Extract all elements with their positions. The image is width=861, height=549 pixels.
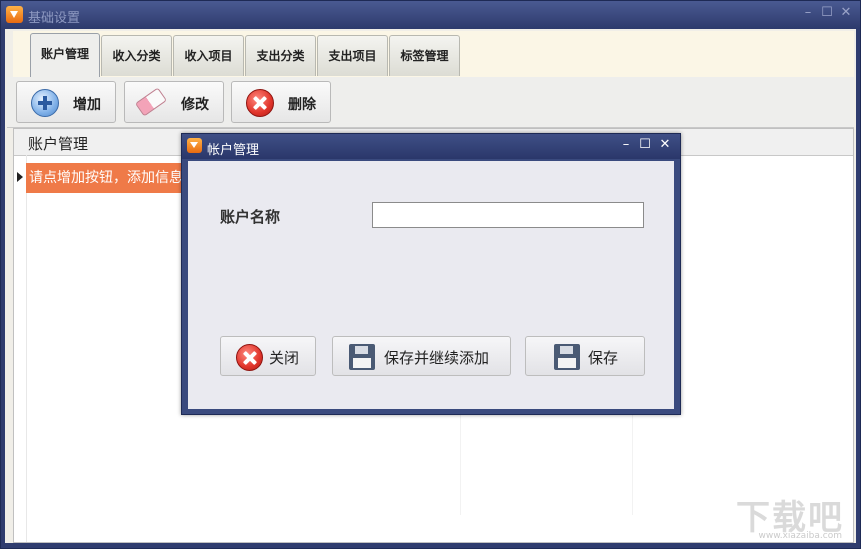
column-header-account[interactable]: 账户管理 <box>28 133 88 154</box>
save-and-continue-label: 保存并继续添加 <box>384 349 490 367</box>
delete-button[interactable]: 删除 <box>231 81 331 123</box>
row-pointer-icon <box>17 172 23 182</box>
row-selector-column <box>26 155 27 542</box>
add-icon <box>31 89 59 117</box>
save-button[interactable]: 保存 <box>525 336 645 376</box>
floppy-disk-icon <box>349 344 375 370</box>
tab-strip: 账户管理 收入分类 收入项目 支出分类 支出项目 标签管理 <box>13 31 854 77</box>
dialog-title-bar[interactable]: 帐户管理 – ☐ ✕ <box>182 134 680 159</box>
toolbar: 增加 修改 删除 <box>7 77 854 128</box>
tab-account-management[interactable]: 账户管理 <box>30 33 100 77</box>
tab-expense-category[interactable]: 支出分类 <box>245 35 316 76</box>
account-dialog: 帐户管理 – ☐ ✕ 账户名称 关闭 保存并继续添加 保存 <box>181 133 681 415</box>
eraser-icon <box>134 87 168 117</box>
add-button[interactable]: 增加 <box>16 81 116 123</box>
dialog-body: 账户名称 关闭 保存并继续添加 保存 <box>188 161 674 409</box>
app-logo-icon <box>6 6 23 23</box>
dialog-maximize-button[interactable]: ☐ <box>638 138 652 152</box>
close-icon <box>236 344 263 371</box>
close-dialog-label: 关闭 <box>269 349 300 367</box>
edit-button-label: 修改 <box>181 97 209 113</box>
add-button-label: 增加 <box>73 97 101 113</box>
dialog-minimize-button[interactable]: – <box>619 138 633 152</box>
account-name-input[interactable] <box>372 202 644 228</box>
tab-income-category[interactable]: 收入分类 <box>101 35 172 76</box>
dialog-close-button[interactable]: ✕ <box>658 138 672 152</box>
save-button-label: 保存 <box>588 349 619 367</box>
close-dialog-button[interactable]: 关闭 <box>220 336 316 376</box>
close-button[interactable]: ✕ <box>839 6 853 20</box>
account-name-label: 账户名称 <box>220 208 281 226</box>
table-row[interactable]: 请点增加按钮，添加信息 <box>26 163 189 193</box>
delete-button-label: 删除 <box>288 97 316 113</box>
window-title: 基础设置 <box>28 11 81 26</box>
minimize-button[interactable]: – <box>801 6 815 20</box>
dialog-app-icon <box>187 138 202 153</box>
tab-tag-management[interactable]: 标签管理 <box>389 35 460 76</box>
watermark-url: www.xiazaiba.com <box>758 531 842 541</box>
tab-income-item[interactable]: 收入项目 <box>173 35 244 76</box>
maximize-button[interactable]: ☐ <box>820 6 834 20</box>
dialog-title: 帐户管理 <box>207 143 260 158</box>
floppy-disk-icon <box>554 344 580 370</box>
save-and-continue-button[interactable]: 保存并继续添加 <box>332 336 511 376</box>
delete-icon <box>246 89 274 117</box>
edit-button[interactable]: 修改 <box>124 81 224 123</box>
tab-expense-item[interactable]: 支出项目 <box>317 35 388 76</box>
title-bar[interactable]: 基础设置 – ☐ ✕ <box>1 1 860 29</box>
